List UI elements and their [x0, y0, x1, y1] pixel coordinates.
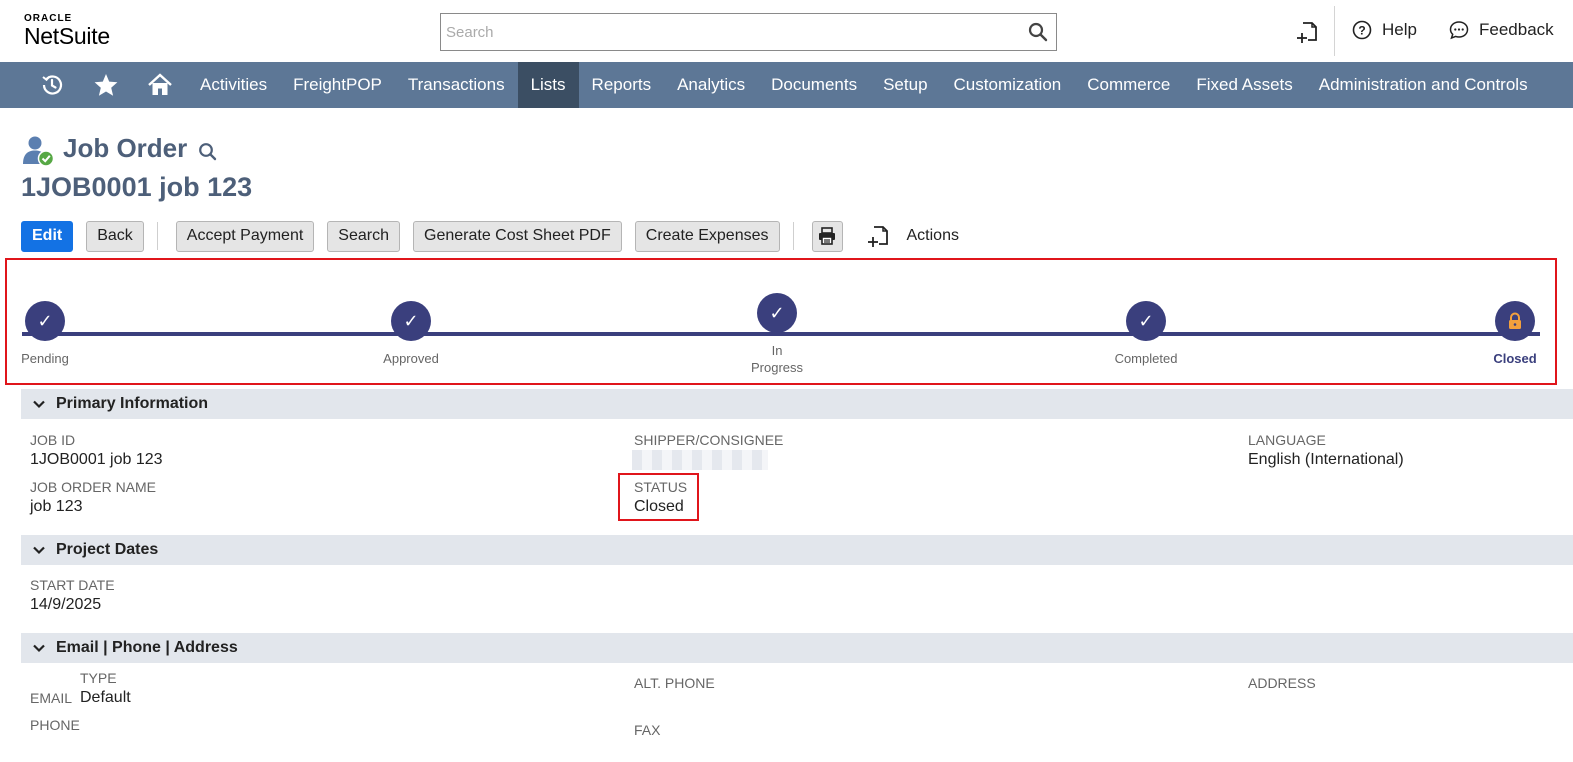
- step-completed-label: Completed: [1114, 351, 1178, 366]
- step-completed-check: ✓: [1126, 301, 1166, 341]
- search-icon[interactable]: [1028, 22, 1048, 42]
- generate-cost-sheet-pdf-button[interactable]: Generate Cost Sheet PDF: [413, 220, 622, 252]
- email-type-label: TYPE: [80, 670, 117, 686]
- shipper-consignee-redacted-value: [632, 450, 768, 470]
- accept-payment-button[interactable]: Accept Payment: [175, 220, 315, 252]
- nav-administration-and-controls[interactable]: Administration and Controls: [1306, 62, 1541, 108]
- phone-label: PHONE: [30, 717, 80, 733]
- email-type-value: Default: [80, 689, 131, 706]
- new-document-icon: [867, 226, 888, 247]
- nav-setup[interactable]: Setup: [870, 62, 940, 108]
- shipper-consignee-label: SHIPPER/CONSIGNEE: [634, 432, 784, 448]
- nav-activities[interactable]: Activities: [187, 62, 280, 108]
- feedback-link[interactable]: Feedback: [1449, 20, 1554, 40]
- step-closed-lock: [1495, 301, 1535, 341]
- print-button[interactable]: [811, 220, 843, 252]
- nav-commerce[interactable]: Commerce: [1074, 62, 1183, 108]
- netsuite-logo[interactable]: ORACLE NetSuite: [24, 14, 110, 49]
- step-in-progress-check: ✓: [757, 293, 797, 333]
- top-header: ORACLE NetSuite ? Help Feedback: [0, 0, 1573, 62]
- record-type-heading: Job Order: [63, 133, 188, 163]
- section-primary-information[interactable]: Primary Information: [21, 389, 1573, 419]
- alt-phone-label: ALT. PHONE: [634, 675, 715, 691]
- nav-documents[interactable]: Documents: [758, 62, 870, 108]
- action-toolbar: Edit Back Accept Payment Search Generate…: [21, 220, 959, 252]
- global-search-box: [440, 13, 1057, 51]
- fax-label: FAX: [634, 722, 661, 738]
- global-search-input[interactable]: [441, 14, 1011, 50]
- section-project-dates[interactable]: Project Dates: [21, 535, 1573, 565]
- help-link[interactable]: ? Help: [1352, 20, 1417, 40]
- email-label: EMAIL: [30, 690, 73, 706]
- main-navigation: Activities FreightPOP Transactions Lists…: [0, 62, 1573, 108]
- create-new-icon[interactable]: [1296, 20, 1318, 44]
- back-button[interactable]: Back: [86, 220, 144, 252]
- recent-records-icon[interactable]: [25, 62, 79, 108]
- language-value: English (International): [1248, 451, 1404, 468]
- actions-label: Actions: [906, 227, 959, 244]
- check-icon: ✓: [1138, 310, 1154, 331]
- check-icon: ✓: [769, 302, 785, 323]
- job-id-label: JOB ID: [30, 432, 76, 448]
- header-divider: [1334, 6, 1335, 56]
- record-search-icon[interactable]: [198, 142, 218, 162]
- step-approved-label: Approved: [383, 351, 439, 366]
- status-highlight: [618, 473, 699, 521]
- step-in-progress-label: In Progress: [750, 343, 804, 375]
- nav-analytics[interactable]: Analytics: [664, 62, 758, 108]
- nav-lists[interactable]: Lists: [517, 62, 579, 108]
- step-pending-check: ✓: [25, 301, 65, 341]
- nav-fixed-assets[interactable]: Fixed Assets: [1183, 62, 1305, 108]
- printer-icon: [819, 227, 835, 245]
- nav-transactions[interactable]: Transactions: [395, 62, 518, 108]
- feedback-icon: [1449, 21, 1469, 40]
- start-date-label: START DATE: [30, 577, 115, 593]
- search-button[interactable]: Search: [327, 220, 400, 252]
- chevron-down-icon: [33, 400, 45, 409]
- edit-button[interactable]: Edit: [21, 220, 74, 252]
- nav-reports[interactable]: Reports: [579, 62, 665, 108]
- chevron-down-icon: [33, 546, 45, 555]
- job-order-name-label: JOB ORDER NAME: [30, 479, 157, 495]
- start-date-value: 14/9/2025: [30, 596, 102, 613]
- check-icon: ✓: [37, 310, 53, 331]
- job-order-name-value: job 123: [30, 498, 83, 515]
- lock-icon: [1509, 312, 1521, 329]
- chevron-down-icon: [33, 644, 45, 653]
- favorites-star-icon[interactable]: [79, 62, 133, 108]
- nav-freightpop[interactable]: FreightPOP: [280, 62, 395, 108]
- create-expenses-button[interactable]: Create Expenses: [634, 220, 780, 252]
- actions-menu[interactable]: Actions: [867, 224, 959, 248]
- step-approved-check: ✓: [391, 301, 431, 341]
- home-icon[interactable]: [133, 62, 187, 108]
- check-icon: ✓: [403, 310, 419, 331]
- help-icon: ?: [1352, 20, 1372, 40]
- record-title: 1JOB0001 job 123: [21, 172, 253, 202]
- svg-text:?: ?: [1358, 24, 1365, 38]
- step-closed-label: Closed: [1493, 351, 1537, 366]
- toolbar-divider: [792, 222, 794, 250]
- nav-customization[interactable]: Customization: [941, 62, 1075, 108]
- job-order-user-icon: [23, 136, 55, 167]
- language-label: LANGUAGE: [1248, 432, 1326, 448]
- step-pending-label: Pending: [21, 351, 69, 366]
- address-label: ADDRESS: [1248, 675, 1316, 691]
- job-id-value: 1JOB0001 job 123: [30, 451, 163, 468]
- section-email-phone-address[interactable]: Email | Phone | Address: [21, 633, 1573, 663]
- toolbar-divider: [156, 222, 158, 250]
